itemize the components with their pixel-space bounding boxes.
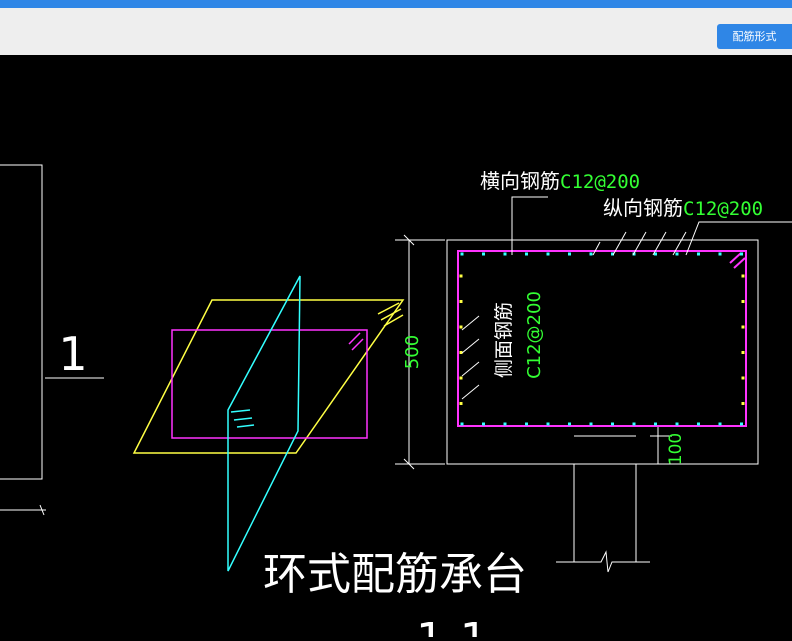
- rebar-dot: [654, 422, 657, 426]
- rebar-dot: [741, 274, 745, 278]
- rebar-dot: [568, 252, 571, 256]
- rebar-dot: [546, 252, 550, 256]
- cover-dimension-label: 100: [666, 433, 686, 465]
- rebar-dot: [589, 422, 593, 426]
- rebar-dot: [589, 252, 593, 256]
- rebar-dot: [741, 402, 745, 405]
- rebar-dot: [482, 252, 485, 256]
- cad-canvas[interactable]: 1 500 100 横向钢筋C12@200 纵向钢筋C12@200 侧面钢筋 C…: [0, 56, 792, 641]
- rebar-dot: [525, 252, 528, 256]
- rebar-dot: [675, 252, 679, 256]
- cyan-ring-rebar: [227, 275, 301, 572]
- rebar-dot: [741, 300, 745, 303]
- rebar-dot: [503, 252, 507, 256]
- rebar-dot: [740, 422, 743, 426]
- rebar-dot: [460, 422, 464, 426]
- rebar-dot: [459, 300, 463, 303]
- height-dimension-label: 500: [402, 335, 423, 369]
- rebar-dot: [459, 376, 463, 380]
- rebar-dot: [568, 422, 571, 426]
- rebar-dot: [740, 252, 743, 256]
- transverse-rebar-label: 横向钢筋C12@200: [480, 169, 640, 193]
- rebar-dot: [718, 422, 722, 426]
- left-section-outline: [0, 164, 104, 516]
- rebar-dot: [611, 422, 614, 426]
- rebar-dot: [546, 422, 550, 426]
- rebar-dot: [460, 252, 464, 256]
- rebar-dot: [675, 422, 679, 426]
- window-top-bar: [0, 0, 792, 8]
- rebar-dot: [459, 325, 463, 329]
- rebar-dot: [697, 422, 700, 426]
- rebar-dot: [459, 402, 463, 405]
- magenta-ring-rebar: [171, 329, 368, 439]
- rebar-dot: [525, 422, 528, 426]
- section-mark-label: 1: [58, 327, 87, 381]
- toolbar: [0, 8, 792, 55]
- longitudinal-rebar-label: 纵向钢筋C12@200: [603, 196, 763, 220]
- side-rebar-spec: C12@200: [524, 291, 545, 379]
- rebar-dot: [741, 376, 745, 380]
- drawing-title: 环式配筋承台: [263, 549, 527, 600]
- rebar-dot: [632, 422, 636, 426]
- rebar-dot: [718, 252, 722, 256]
- rebar-dot: [741, 325, 745, 329]
- rebar-dot: [697, 252, 700, 256]
- pile-cap-outline: [446, 239, 759, 562]
- section-title: 1-1: [416, 614, 488, 637]
- side-rebar-label: 侧面钢筋: [493, 302, 515, 378]
- cad-drawing: 1 500 100 横向钢筋C12@200 纵向钢筋C12@200 侧面钢筋 C…: [0, 164, 792, 641]
- rebar-dot: [503, 422, 507, 426]
- rebar-dot: [741, 351, 745, 354]
- rebar-dot: [482, 422, 485, 426]
- rebar-dot: [459, 274, 463, 278]
- yellow-ring-rebar: [132, 299, 405, 454]
- reinforcement-pattern-button[interactable]: 配筋形式: [717, 24, 792, 49]
